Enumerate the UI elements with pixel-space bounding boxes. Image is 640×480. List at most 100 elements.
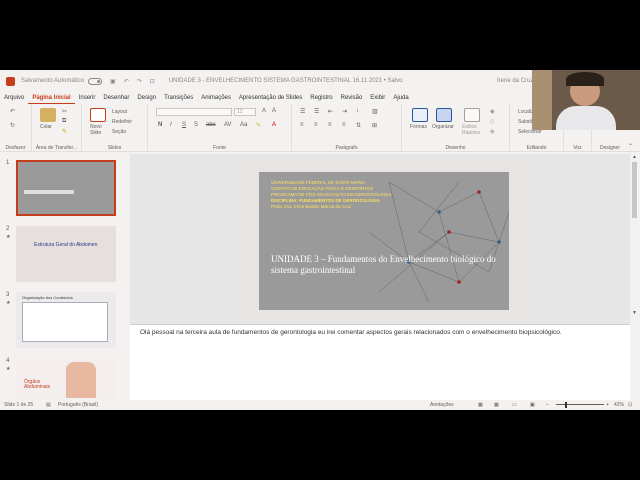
bold-icon[interactable]: N xyxy=(158,122,162,128)
tab-design[interactable]: Design xyxy=(133,92,160,104)
increase-font-icon[interactable]: A xyxy=(262,108,266,114)
strikethrough-icon[interactable]: abc xyxy=(206,122,216,128)
smartart-icon[interactable]: ⊞ xyxy=(372,122,377,129)
paragraph-group: ☰ ☰ ⇤ ⇥ ↕ ▥ ≡ ≡ ≡ ≡ ⇅ ⊞ Parágrafo xyxy=(292,104,402,152)
font-color-icon[interactable]: A xyxy=(272,122,276,128)
font-family-select[interactable] xyxy=(156,108,232,116)
italic-icon[interactable]: I xyxy=(170,122,172,128)
fit-slide-icon[interactable]: ⊡ xyxy=(628,402,632,408)
shadow-icon[interactable]: S xyxy=(194,122,198,128)
vertical-scrollbar[interactable]: ▲ ▼ xyxy=(630,154,640,400)
highlight-icon[interactable]: ✎ xyxy=(256,122,261,129)
slide-count: Slide 1 de 25 xyxy=(4,402,34,408)
professor-line: Profa. Dra. Irene Beatriz Márcia da Cruz xyxy=(271,204,352,209)
tab-ajuda[interactable]: Ajuda xyxy=(389,92,412,104)
quick-styles-icon[interactable] xyxy=(464,108,480,122)
align-center-icon[interactable]: ≡ xyxy=(314,122,318,128)
layout-button[interactable]: Layout xyxy=(112,109,127,115)
section-button[interactable]: Seção xyxy=(112,129,126,135)
shape-fill-icon[interactable]: ◆ xyxy=(490,108,495,115)
shapes-label[interactable]: Formas xyxy=(410,124,427,130)
format-painter-icon[interactable]: ✎ xyxy=(62,128,67,135)
decrease-font-icon[interactable]: A xyxy=(272,108,276,114)
autosave-label: Salvamento Automático xyxy=(21,78,85,84)
notes-toggle[interactable]: Anotações xyxy=(430,402,454,408)
tab-revisao[interactable]: Revisão xyxy=(337,92,367,104)
tab-inserir[interactable]: Inserir xyxy=(75,92,100,104)
reset-button[interactable]: Redefinir xyxy=(112,119,132,125)
numbering-icon[interactable]: ☰ xyxy=(314,108,319,115)
tab-pagina-inicial[interactable]: Página Inicial xyxy=(28,92,75,104)
present-icon[interactable]: ⊡ xyxy=(150,78,155,85)
save-icon[interactable]: ▣ xyxy=(110,78,116,85)
zoom-in-icon[interactable]: + xyxy=(606,402,609,408)
tab-animacoes[interactable]: Animações xyxy=(197,92,235,104)
arrange-icon[interactable] xyxy=(436,108,452,122)
autosave-toggle[interactable] xyxy=(88,77,103,85)
underline-icon[interactable]: S xyxy=(182,122,186,128)
font-size-select[interactable]: 12 xyxy=(234,108,256,116)
scroll-up-icon[interactable]: ▲ xyxy=(632,154,637,160)
current-slide[interactable]: UNIVERSIDADE FEDERAL DE SANTA MARIA CENT… xyxy=(239,160,529,322)
new-slide-icon[interactable] xyxy=(90,108,106,122)
undo-icon[interactable]: ↶ xyxy=(10,108,15,115)
slide-thumb-4[interactable]: Órgãos Abdominais xyxy=(16,358,116,398)
scroll-down-icon[interactable]: ▼ xyxy=(632,310,637,316)
slide-background: UNIVERSIDADE FEDERAL DE SANTA MARIA CENT… xyxy=(259,172,509,310)
text-direction-icon[interactable]: ⇅ xyxy=(356,122,361,129)
slideshow-icon[interactable]: ▣ xyxy=(530,402,535,408)
slide-number: 4 xyxy=(6,358,10,364)
case-icon[interactable]: Aa xyxy=(240,122,247,128)
slide-title: UNIDADE 3 – Fundamentos do Envelheciment… xyxy=(271,254,496,275)
slide-number: 1 xyxy=(6,160,10,166)
tab-apresentacao[interactable]: Apresentação de Slides xyxy=(235,92,306,104)
sorter-view-icon[interactable]: ▦ xyxy=(494,402,499,408)
scroll-thumb[interactable] xyxy=(632,162,637,218)
copy-icon[interactable]: ⧉ xyxy=(62,118,66,125)
zoom-out-icon[interactable]: − xyxy=(546,402,549,408)
slide-thumb-3[interactable]: Organização dos Conteúdos xyxy=(16,292,116,348)
notes-pane[interactable]: Olá pessoal na terceira aula de fundamen… xyxy=(130,324,630,400)
language[interactable]: Português (Brasil) xyxy=(58,402,98,408)
shapes-icon[interactable] xyxy=(412,108,428,122)
tab-transicoes[interactable]: Transições xyxy=(160,92,197,104)
paste-label[interactable]: Colar xyxy=(40,124,52,130)
collapse-ribbon-icon[interactable]: ⌄ xyxy=(628,140,633,147)
justify-icon[interactable]: ≡ xyxy=(342,122,346,128)
zoom-level[interactable]: 42% xyxy=(614,402,624,408)
new-slide-label[interactable]: Novo Slide xyxy=(90,124,102,136)
tab-exibir[interactable]: Exibir xyxy=(366,92,389,104)
shape-effects-icon[interactable]: ◈ xyxy=(490,128,495,135)
document-title: UNIDADE 3 - ENVELHECIMENTO SISTEMA GASTR… xyxy=(168,78,403,84)
slide-thumb-2[interactable]: Estrutura Geral do Abdomen xyxy=(16,226,116,282)
redo-quick-icon[interactable]: ↷ xyxy=(137,78,142,85)
user-name[interactable]: Irene da Cruz xyxy=(497,78,533,84)
increase-indent-icon[interactable]: ⇥ xyxy=(342,108,347,115)
paste-icon[interactable] xyxy=(40,108,56,122)
line-spacing-icon[interactable]: ↕ xyxy=(356,108,359,114)
voice-group-label: Voz xyxy=(573,145,582,151)
tab-arquivo[interactable]: Arquivo xyxy=(0,92,28,104)
designer-group-label: Designer xyxy=(599,145,620,151)
normal-view-icon[interactable]: ▦ xyxy=(478,402,483,408)
bullets-icon[interactable]: ☰ xyxy=(300,108,305,115)
spacing-icon[interactable]: AV xyxy=(224,122,232,128)
accessibility-icon[interactable]: ▤ xyxy=(46,402,51,408)
tab-registro[interactable]: Registro xyxy=(306,92,336,104)
columns-icon[interactable]: ▥ xyxy=(372,108,378,115)
thumb-title-bar xyxy=(24,190,74,194)
zoom-slider-thumb[interactable] xyxy=(565,402,567,408)
decrease-indent-icon[interactable]: ⇤ xyxy=(328,108,333,115)
redo-icon[interactable]: ↻ xyxy=(10,122,15,129)
cut-icon[interactable]: ✂ xyxy=(62,108,67,115)
zoom-slider[interactable] xyxy=(556,404,604,405)
shape-outline-icon[interactable]: ◇ xyxy=(490,118,495,125)
tab-desenhar[interactable]: Desenhar xyxy=(99,92,133,104)
align-right-icon[interactable]: ≡ xyxy=(328,122,332,128)
align-left-icon[interactable]: ≡ xyxy=(300,122,304,128)
arrange-label[interactable]: Organizar xyxy=(432,124,454,130)
quick-styles-label[interactable]: Estilos Rápidos xyxy=(462,124,480,136)
reading-view-icon[interactable]: ▭ xyxy=(512,402,517,408)
slide-thumb-1[interactable] xyxy=(16,160,116,216)
undo-quick-icon[interactable]: ↶ xyxy=(124,78,129,85)
